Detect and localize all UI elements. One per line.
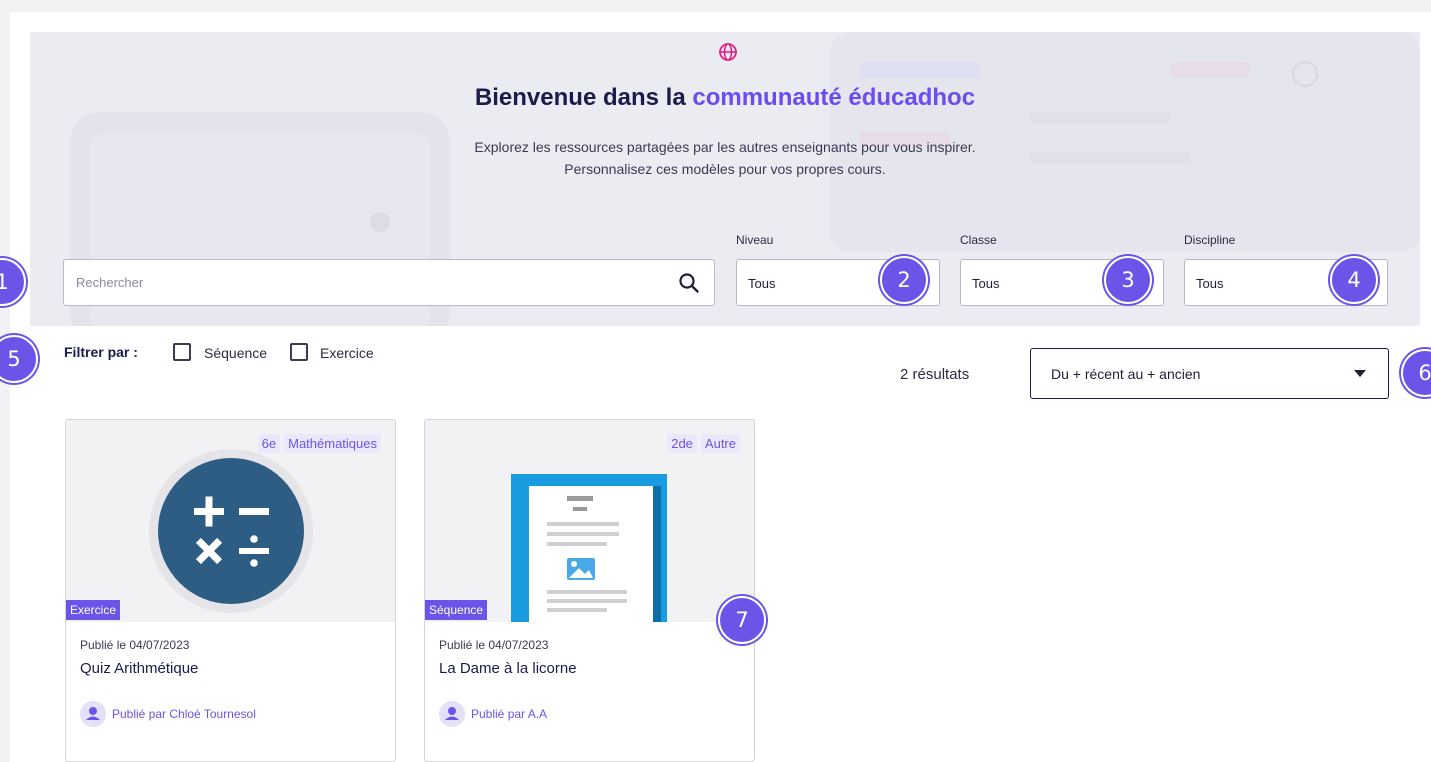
hero-subtitle-line-1: Explorez les ressources partagées par le…	[474, 139, 976, 155]
globe-icon	[719, 43, 737, 61]
user-avatar-icon	[80, 701, 106, 727]
results-count: 2 résultats	[900, 366, 970, 383]
card-tags: 6e Mathématiques	[254, 434, 381, 453]
filter-by-label: Filtrer par :	[64, 344, 138, 360]
author-name: Publié par Chloé Tournesol	[112, 707, 256, 721]
exercice-checkbox[interactable]	[290, 343, 308, 361]
callout-badge: 4	[1330, 256, 1378, 304]
callout-badge: 7	[718, 596, 766, 644]
exercice-checkbox-label[interactable]: Exercice	[320, 345, 374, 361]
level-tag: 6e	[257, 434, 281, 453]
sequence-checkbox[interactable]	[173, 343, 191, 361]
author-name: Publié par A.A	[471, 707, 548, 721]
niveau-value: Tous	[748, 276, 776, 291]
card-thumbnail: 2de Autre Séquence	[425, 420, 754, 622]
page-title-prefix: Bienvenue dans la	[474, 84, 686, 111]
search-icon[interactable]	[678, 272, 700, 294]
callout-badge: 2	[880, 256, 928, 304]
sort-value: Du + récent au + ancien	[1051, 366, 1201, 382]
resource-card[interactable]: 2de Autre Séquence Publié le 04/07/2023 L…	[424, 419, 755, 762]
screen-frame: Bienvenue dans la communauté éducadhoc E…	[0, 0, 1431, 762]
type-badge: Exercice	[66, 600, 121, 620]
niveau-label: Niveau	[736, 233, 774, 247]
sort-select[interactable]: Du + récent au + ancien	[1030, 348, 1389, 399]
search-input[interactable]: Rechercher	[63, 259, 715, 306]
level-tag: 2de	[667, 434, 697, 453]
sequence-checkbox-label[interactable]: Séquence	[204, 345, 267, 361]
discipline-tag: Mathématiques	[284, 434, 381, 453]
publish-date: Publié le 04/07/2023	[439, 638, 549, 652]
discipline-value: Tous	[1196, 276, 1224, 291]
publish-date: Publié le 04/07/2023	[80, 638, 190, 652]
page-title: Bienvenue dans la communauté éducadhoc	[30, 84, 1420, 112]
resource-card[interactable]: 6e Mathématiques Exercice Publié le 04/07…	[65, 419, 396, 762]
discipline-tag: Autre	[700, 434, 740, 453]
card-tags: 2de Autre	[663, 434, 740, 453]
math-operations-icon	[149, 449, 313, 613]
card-title[interactable]: Quiz Arithmétique	[80, 660, 198, 677]
card-title[interactable]: La Dame à la licorne	[439, 660, 577, 677]
search-placeholder: Rechercher	[76, 275, 144, 290]
classe-label: Classe	[960, 233, 997, 247]
hero-subtitle: Explorez les ressources partagées par le…	[30, 136, 1420, 180]
type-badge: Séquence	[425, 600, 488, 620]
document-icon	[511, 474, 667, 622]
user-avatar-icon	[439, 701, 465, 727]
chevron-down-icon	[1354, 370, 1366, 377]
community-page: Bienvenue dans la communauté éducadhoc E…	[10, 12, 1431, 762]
page-title-accent: communauté éducadhoc	[692, 84, 976, 111]
card-thumbnail: 6e Mathématiques Exercice	[66, 420, 395, 622]
hero-subtitle-line-2: Personnalisez ces modèles pour vos propr…	[564, 161, 886, 177]
discipline-label: Discipline	[1184, 233, 1236, 247]
callout-badge: 3	[1104, 256, 1152, 304]
classe-value: Tous	[972, 276, 1000, 291]
